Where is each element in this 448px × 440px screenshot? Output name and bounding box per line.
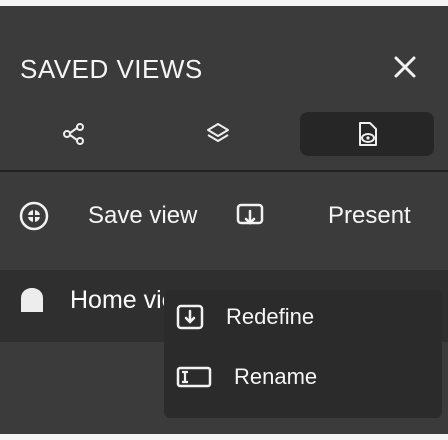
present-icon — [236, 203, 264, 225]
layers-icon — [207, 123, 229, 142]
present-label: Present — [328, 202, 411, 229]
page-title: SAVED VIEWS — [20, 54, 203, 84]
menu-item-label: Redefine — [226, 304, 315, 329]
share-nodes-icon — [63, 123, 84, 145]
rename-icon — [176, 366, 212, 388]
saved-view-thumbnail-icon — [21, 288, 43, 312]
bottom-edge — [0, 434, 448, 440]
menu-item-redefine[interactable]: Redefine — [164, 290, 442, 344]
menu-item-label: Rename — [234, 364, 318, 389]
save-circle-icon — [19, 201, 49, 231]
menu-item-rename[interactable]: Rename — [164, 350, 442, 404]
save-view-button[interactable]: Save view — [8, 180, 218, 252]
tab-layers[interactable] — [190, 106, 246, 162]
tab-saved-views[interactable] — [300, 112, 434, 156]
view-actions: Save view Present — [0, 180, 448, 252]
saved-view-icon — [359, 122, 377, 146]
context-menu: Redefine Rename — [164, 290, 442, 418]
download-frame-icon — [176, 304, 204, 330]
close-icon[interactable] — [390, 52, 420, 82]
view-tabs — [0, 106, 448, 162]
panel-header: SAVED VIEWS — [0, 6, 448, 98]
present-button[interactable]: Present — [228, 180, 438, 252]
divider — [0, 170, 448, 172]
tab-share[interactable] — [46, 106, 102, 162]
save-view-label: Save view — [88, 202, 198, 229]
